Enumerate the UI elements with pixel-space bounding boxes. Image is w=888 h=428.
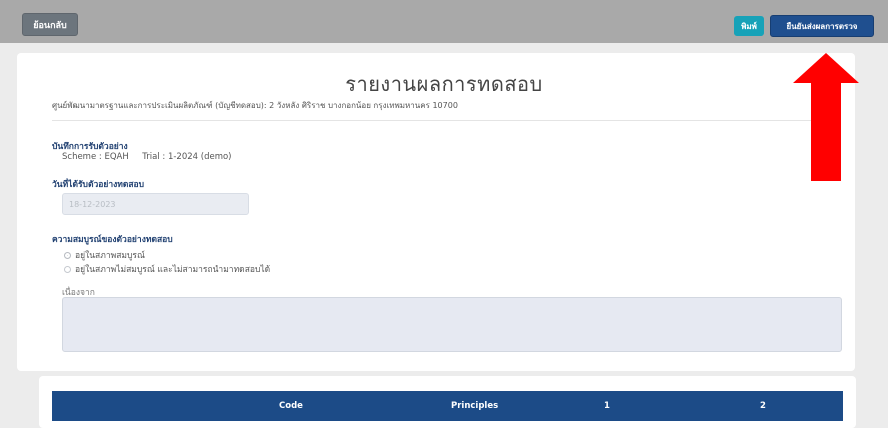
integrity-option-label: อยู่ในสภาพสมบูรณ์: [75, 251, 145, 261]
integrity-option-incomplete[interactable]: อยู่ในสภาพไม่สมบูรณ์ และไม่สามารถนำมาทดส…: [64, 262, 270, 276]
column-header-principles: Principles: [451, 401, 499, 411]
integrity-option-complete[interactable]: อยู่ในสภาพสมบูรณ์: [64, 248, 145, 262]
received-date-heading: วันที่ได้รับตัวอย่างทดสอบ: [52, 180, 145, 190]
integrity-heading: ความสมบูรณ์ของตัวอย่างทดสอบ: [52, 235, 173, 245]
trial-label: Trial: [142, 152, 160, 162]
confirm-submit-button[interactable]: ยืนยันส่งผลการตรวจ: [770, 15, 874, 37]
lab-address: ศูนย์พัฒนามาตรฐานและการประเมินผลิตภัณฑ์ …: [52, 101, 458, 110]
integrity-option-label: อยู่ในสภาพไม่สมบูรณ์ และไม่สามารถนำมาทดส…: [75, 265, 271, 275]
page-title: รายงานผลการทดสอบ: [345, 72, 543, 96]
reason-textarea[interactable]: [62, 297, 842, 352]
column-header-code: Code: [279, 401, 303, 411]
sample-record-heading: บันทึกการรับตัวอย่าง: [52, 142, 128, 152]
radio-button[interactable]: [64, 265, 71, 273]
print-button[interactable]: พิมพ์: [734, 16, 764, 36]
results-table-header: Code Principles 1 2: [52, 391, 843, 421]
divider: [52, 120, 840, 121]
up-arrow-icon: [793, 53, 859, 181]
received-date-field[interactable]: 18-12-2023: [62, 193, 249, 215]
column-header-1: 1: [604, 401, 610, 411]
scheme-trial-line: Scheme : EQAH Trial : 1-2024 (demo): [62, 152, 232, 162]
radio-button[interactable]: [64, 251, 71, 259]
back-button[interactable]: ย้อนกลับ: [22, 13, 78, 36]
trial-value: 1-2024 (demo): [167, 152, 232, 162]
column-header-2: 2: [760, 401, 766, 411]
scheme-value: EQAH: [104, 152, 129, 162]
arrow-shape: [793, 53, 859, 181]
scheme-label: Scheme: [62, 152, 97, 162]
